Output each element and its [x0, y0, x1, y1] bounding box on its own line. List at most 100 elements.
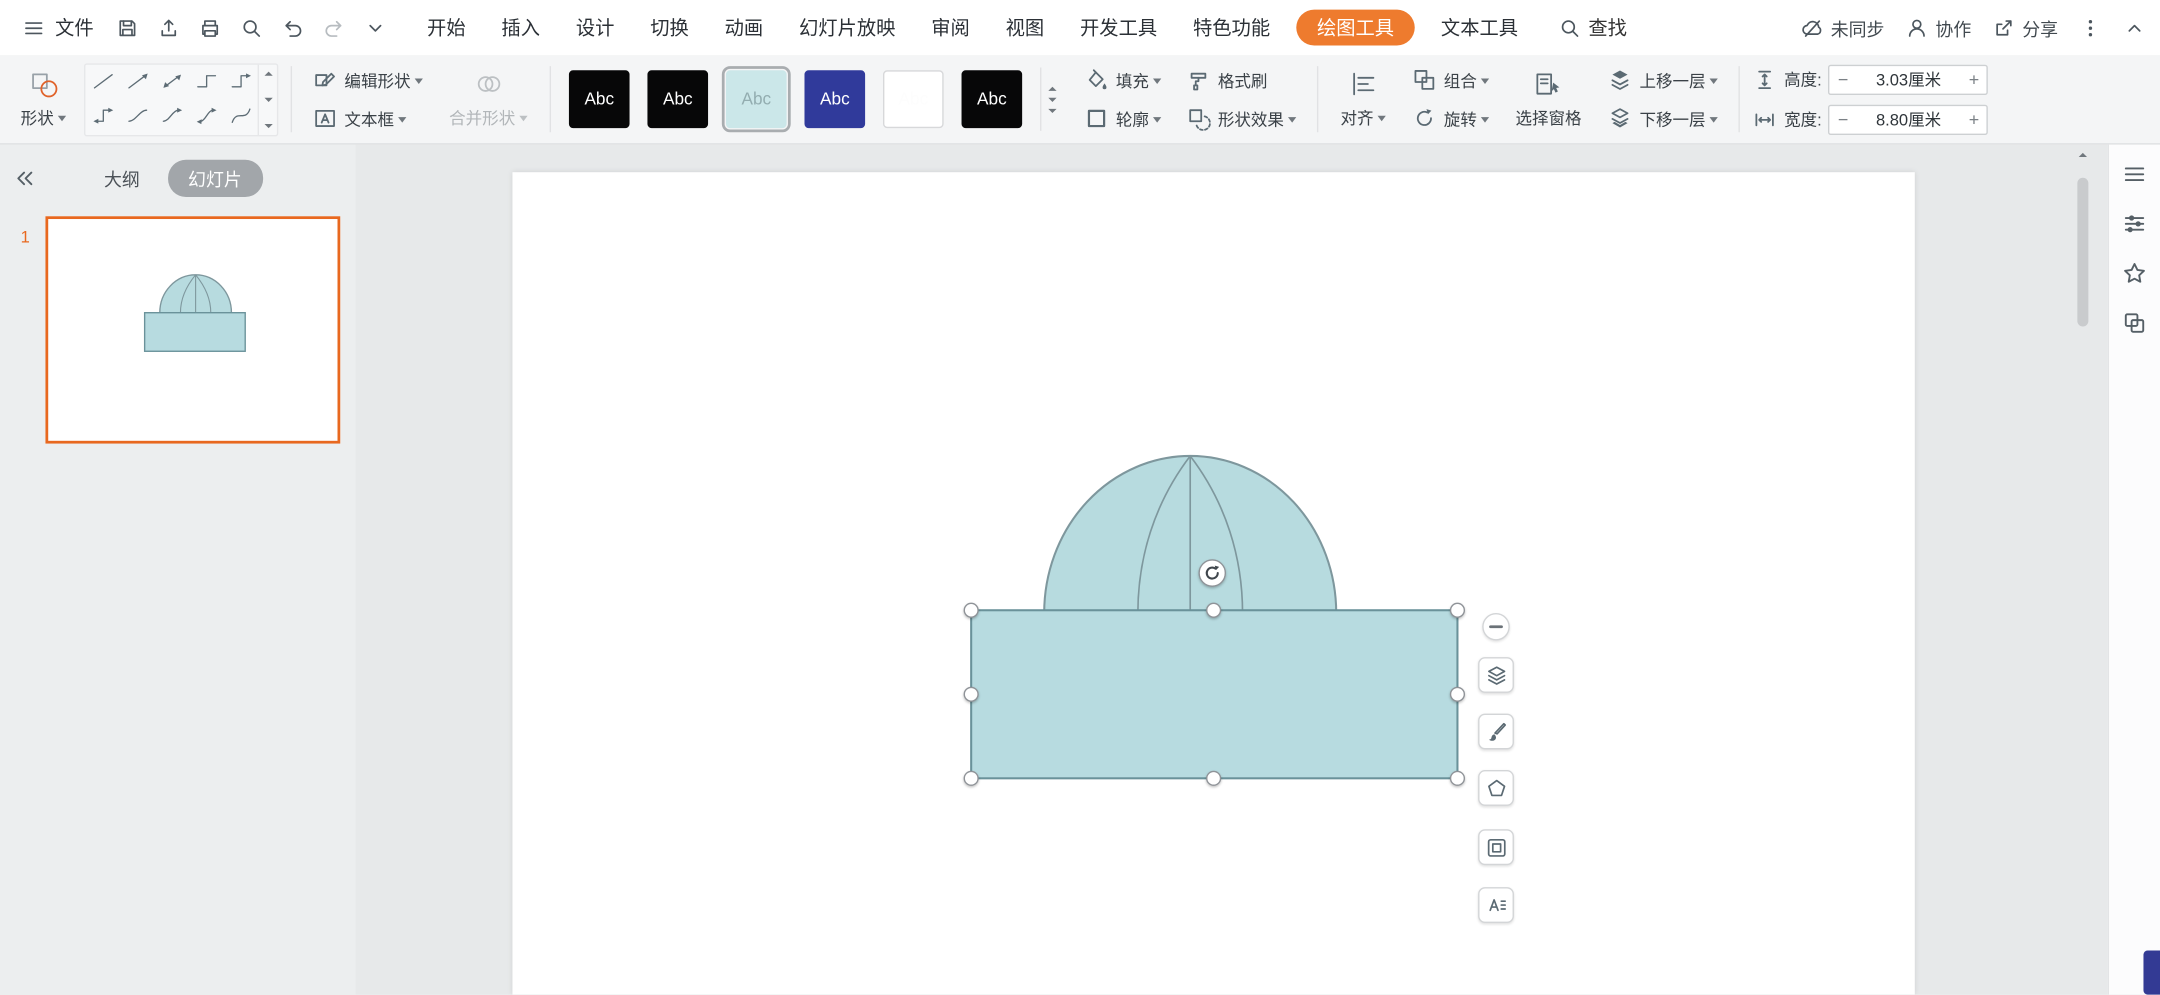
arrow-icon[interactable] — [120, 64, 154, 98]
height-decrease-button[interactable]: − — [1830, 65, 1856, 93]
style-preset-3-selected[interactable]: Abc — [726, 70, 787, 128]
selected-rectangle-shape[interactable] — [971, 610, 1457, 778]
elbow-double-arrow-connector-icon[interactable] — [85, 98, 119, 132]
customize-toolbar-icon[interactable] — [364, 16, 387, 39]
text-options-button[interactable] — [1478, 887, 1514, 923]
rotate-button[interactable]: 旋转 — [1404, 101, 1498, 137]
height-value[interactable]: 3.03厘米 — [1856, 68, 1961, 91]
resize-handle-e[interactable] — [1450, 687, 1465, 702]
layer-options-button[interactable] — [1478, 657, 1514, 693]
print-preview-icon[interactable] — [240, 16, 263, 39]
gallery-more-icon[interactable] — [264, 123, 272, 127]
double-arrow-icon[interactable] — [154, 64, 188, 98]
tab-drawing-tools[interactable]: 绘图工具 — [1296, 10, 1414, 46]
canvas[interactable] — [355, 145, 2107, 995]
align-button[interactable]: 对齐 — [1331, 65, 1396, 134]
resize-handle-ne[interactable] — [1450, 603, 1465, 618]
rotate-handle[interactable] — [1198, 559, 1226, 587]
curved-double-arrow-connector-icon[interactable] — [189, 98, 223, 132]
format-painter-button[interactable]: 格式刷 — [1178, 62, 1305, 98]
right-panel-handle[interactable] — [2143, 951, 2160, 995]
shape-effects-button[interactable]: 形状效果 — [1178, 101, 1305, 137]
width-decrease-button[interactable]: − — [1830, 105, 1856, 133]
tab-special-features[interactable]: 特色功能 — [1175, 0, 1288, 55]
bring-forward-button[interactable]: 上移一层 — [1600, 62, 1727, 98]
tab-review[interactable]: 审阅 — [913, 0, 987, 55]
tab-text-tools[interactable]: 文本工具 — [1423, 0, 1536, 55]
sync-status-button[interactable]: 未同步 — [1800, 14, 1884, 40]
resize-handle-se[interactable] — [1450, 771, 1465, 786]
height-increase-button[interactable]: + — [1961, 65, 1987, 93]
chevron-down-icon — [1288, 116, 1296, 122]
tab-slideshow[interactable]: 幻灯片放映 — [781, 0, 913, 55]
resize-handle-w[interactable] — [964, 687, 979, 702]
share-icon — [1992, 16, 2015, 39]
slide[interactable] — [512, 172, 1914, 994]
find-button[interactable]: 查找 — [1558, 14, 1627, 42]
collapse-quickbar-button[interactable] — [1482, 613, 1510, 641]
width-value[interactable]: 8.80厘米 — [1856, 107, 1961, 130]
send-backward-button[interactable]: 下移一层 — [1600, 101, 1727, 137]
star-icon[interactable] — [2121, 260, 2147, 286]
quick-style-button[interactable] — [1478, 714, 1514, 750]
tab-home[interactable]: 开始 — [409, 0, 483, 55]
scrollbar-thumb[interactable] — [2077, 178, 2088, 327]
resize-handle-sw[interactable] — [964, 771, 979, 786]
elbow-arrow-connector-icon[interactable] — [223, 64, 257, 98]
resize-handle-nw[interactable] — [964, 603, 979, 618]
text-box-button[interactable]: 文本框 — [304, 101, 431, 137]
style-preset-5[interactable]: Abc — [883, 70, 944, 128]
share-button[interactable]: 分享 — [1992, 14, 2058, 40]
style-gallery-more-button[interactable] — [1040, 68, 1062, 131]
gallery-scroll-up-icon[interactable] — [264, 71, 272, 75]
layout-shapes-icon[interactable] — [2121, 310, 2147, 336]
print-icon[interactable] — [198, 16, 221, 39]
undo-icon[interactable] — [281, 16, 304, 39]
tab-view[interactable]: 视图 — [988, 0, 1062, 55]
style-preset-4[interactable]: Abc — [805, 70, 866, 128]
line-icon[interactable] — [85, 64, 119, 98]
scroll-up-icon[interactable] — [2079, 153, 2087, 157]
resize-handle-s[interactable] — [1206, 771, 1221, 786]
pane-list-icon[interactable] — [2121, 161, 2147, 187]
tab-design[interactable]: 设计 — [558, 0, 632, 55]
tab-dev-tools[interactable]: 开发工具 — [1062, 0, 1175, 55]
outline-tab[interactable]: 大纲 — [93, 160, 151, 194]
tab-insert[interactable]: 插入 — [484, 0, 558, 55]
resize-handle-n[interactable] — [1206, 603, 1221, 618]
shapes-button[interactable]: 形状 — [11, 65, 76, 134]
file-menu-button[interactable]: 文件 — [17, 14, 100, 42]
selection-pane-button[interactable]: 选择窗格 — [1506, 65, 1591, 134]
edit-points-button[interactable] — [1478, 770, 1514, 806]
save-icon[interactable] — [116, 16, 139, 39]
group-button[interactable]: 组合 — [1404, 62, 1498, 98]
collapse-ribbon-icon[interactable] — [2123, 16, 2146, 39]
settings-sliders-icon[interactable] — [2121, 211, 2147, 237]
merge-shapes-button[interactable]: 合并形状 — [439, 65, 537, 134]
redo-icon[interactable] — [322, 16, 345, 39]
chevron-down-icon — [1710, 116, 1718, 122]
edit-shape-button[interactable]: 编辑形状 — [304, 62, 431, 98]
gallery-scroll-down-icon[interactable] — [264, 97, 272, 101]
format-object-button[interactable] — [1478, 829, 1514, 865]
style-preset-6[interactable]: Abc — [962, 70, 1023, 128]
collapse-panel-icon[interactable] — [11, 165, 37, 191]
tab-transition[interactable]: 切换 — [632, 0, 706, 55]
canvas-vertical-scrollbar[interactable] — [2075, 150, 2092, 989]
curved-connector-icon[interactable] — [120, 98, 154, 132]
slide-thumbnail[interactable] — [45, 216, 340, 443]
export-icon[interactable] — [157, 16, 180, 39]
style-preset-2[interactable]: Abc — [648, 70, 709, 128]
outline-button[interactable]: 轮廓 — [1076, 101, 1170, 137]
width-increase-button[interactable]: + — [1961, 105, 1987, 133]
collaborate-button[interactable]: 协作 — [1905, 14, 1971, 40]
fill-button[interactable]: 填充 — [1076, 62, 1170, 98]
elbow-connector-icon[interactable] — [189, 64, 223, 98]
curved-arrow-connector-icon[interactable] — [154, 98, 188, 132]
curve-icon[interactable] — [223, 98, 257, 132]
slides-tab[interactable]: 幻灯片 — [167, 159, 262, 196]
more-options-icon[interactable] — [2079, 16, 2102, 39]
tab-animation[interactable]: 动画 — [707, 0, 781, 55]
style-preset-1[interactable]: Abc — [569, 70, 630, 128]
gallery-scrollbar[interactable] — [258, 64, 277, 134]
